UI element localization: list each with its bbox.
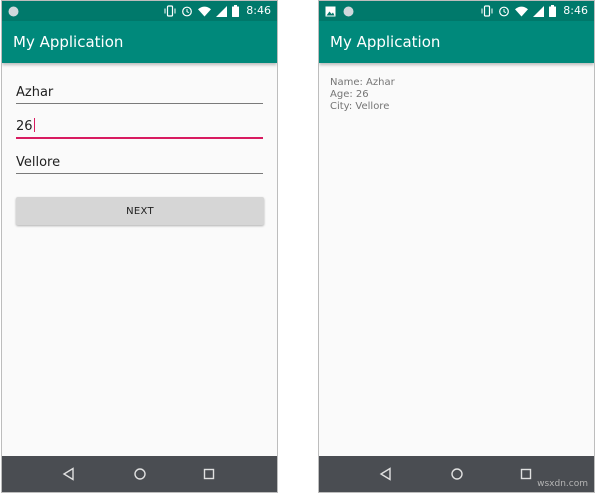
name-input[interactable]: Azhar [16,80,263,104]
name-input-value: Azhar [16,85,54,100]
wifi-icon [515,6,529,16]
app-bar: My Application [319,21,594,63]
detail-name: Name: Azhar [330,77,395,88]
app-title: My Application [13,33,124,51]
battery-icon [549,5,557,17]
city-input-value: Vellore [16,155,61,170]
detail-city: City: Vellore [330,101,390,112]
details-text: Name: Azhar Age: 26 City: Vellore [330,77,395,113]
vibrate-icon [164,5,176,17]
navigation-bar [2,456,277,492]
home-icon[interactable] [132,466,148,482]
phone-screen-details: 8:46 My Application Name: Azhar Age: 26 … [318,0,595,493]
age-input[interactable]: 26 [16,115,263,139]
circle-notification-icon [8,6,19,16]
signal-icon [533,5,545,17]
detail-age: Age: 26 [330,89,369,100]
alarm-icon [499,6,510,17]
vibrate-icon [481,5,493,17]
alarm-icon [182,6,193,17]
next-button[interactable]: NEXT [16,197,264,225]
recents-icon[interactable] [518,466,534,482]
image-notification-icon [325,6,336,16]
wifi-icon [198,6,212,16]
status-bar: 8:46 [2,1,277,21]
signal-icon [216,5,228,17]
status-time: 8:46 [563,4,588,17]
status-time: 8:46 [246,4,271,17]
recents-icon[interactable] [201,466,217,482]
age-input-value: 26 [16,119,33,134]
city-input[interactable]: Vellore [16,150,263,174]
status-bar: 8:46 [319,1,594,21]
watermark: wsxdn.com [537,479,588,489]
home-icon[interactable] [449,466,465,482]
battery-icon [232,5,240,17]
back-icon[interactable] [378,466,394,482]
app-title: My Application [330,33,441,51]
back-icon[interactable] [61,466,77,482]
app-bar: My Application [2,21,277,63]
circle-notification-icon [343,6,354,16]
phone-screen-input: 8:46 My Application Azhar 26 Vellore NEX… [1,0,278,493]
text-cursor [33,118,35,132]
